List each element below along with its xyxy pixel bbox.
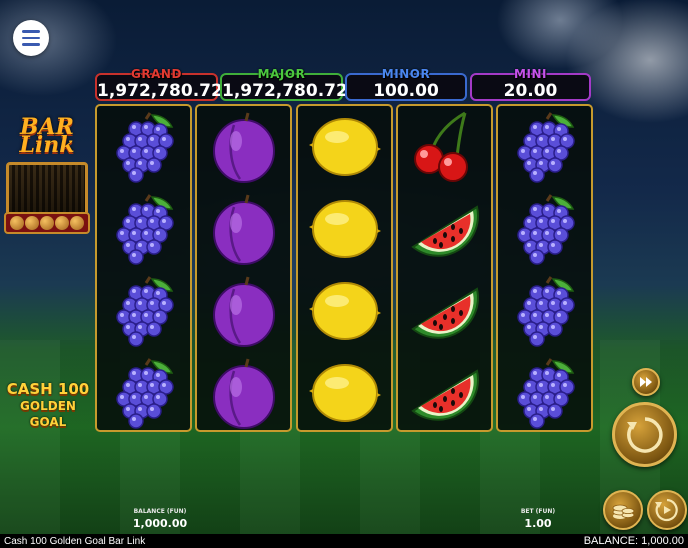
ball-icon — [55, 216, 70, 230]
reel-2 — [195, 104, 292, 432]
lemon-icon — [308, 364, 381, 422]
lemon-icon — [308, 282, 381, 340]
status-bar: Cash 100 Golden Goal Bar Link BALANCE: 1… — [0, 534, 688, 548]
ball-icon — [39, 216, 54, 230]
bar-link-title: BAR Link — [19, 114, 75, 158]
reel-4 — [396, 104, 493, 432]
grapes-symbol — [498, 106, 591, 188]
watermelon-icon — [410, 287, 479, 339]
grapes-symbol — [97, 352, 190, 434]
cherry-symbol — [398, 106, 491, 188]
plum-symbol — [197, 352, 290, 434]
grapes-symbol — [498, 270, 591, 352]
hamburger-icon — [22, 30, 40, 33]
grapes-icon — [115, 358, 174, 429]
jackpot-label: MINOR — [381, 67, 431, 81]
game-title: Cash 100 Golden Goal Bar Link — [4, 535, 146, 547]
jackpot-label: GRAND — [131, 67, 182, 81]
jackpot-value: 1,972,780.72 — [222, 81, 348, 101]
coin-stack-icon — [612, 504, 635, 519]
reel-5 — [496, 104, 593, 432]
plum-symbol — [197, 106, 290, 188]
lemon-symbol — [298, 352, 391, 434]
bar-link-logo: BAR Link — [4, 108, 90, 234]
watermelon-icon — [410, 369, 479, 421]
jackpot-minor: MINOR 100.00 — [345, 67, 467, 101]
reel-3 — [296, 104, 393, 432]
watermelon-icon — [410, 205, 479, 257]
ball-icon — [9, 216, 24, 230]
plum-symbol — [197, 270, 290, 352]
watermelon-symbol — [398, 270, 491, 352]
autoplay-button[interactable] — [647, 490, 687, 530]
ball-icon — [24, 216, 39, 230]
grapes-symbol — [97, 106, 190, 188]
plum-icon — [212, 112, 275, 183]
grapes-icon — [115, 276, 174, 347]
autoplay-icon — [655, 498, 678, 522]
balance-label: BALANCE (FUN) — [133, 508, 187, 515]
plum-symbol — [197, 188, 290, 270]
jackpot-value: 1,972,780.72 — [97, 81, 223, 101]
jackpot-major: MAJOR 1,972,780.72 — [220, 67, 348, 101]
lemon-symbol — [298, 106, 391, 188]
jackpot-grand: GRAND 1,972,780.72 — [95, 67, 223, 101]
grapes-icon — [516, 112, 575, 183]
reel-1 — [95, 104, 192, 432]
cherry-icon — [413, 111, 468, 182]
grapes-icon — [516, 358, 575, 429]
jackpot-value: 20.00 — [503, 81, 558, 101]
lemon-icon — [308, 118, 381, 176]
bet-value: 1.00 — [524, 517, 552, 530]
jackpot-mini: MINI 20.00 — [470, 67, 591, 101]
jackpot-label: MINI — [514, 67, 547, 81]
grapes-icon — [516, 276, 575, 347]
ball-tray — [4, 212, 90, 234]
spin-button[interactable] — [612, 402, 677, 467]
grapes-icon — [115, 194, 174, 265]
jackpot-value: 100.00 — [373, 81, 439, 101]
grapes-symbol — [498, 188, 591, 270]
watermelon-symbol — [398, 352, 491, 434]
balance-value: 1,000.00 — [132, 517, 188, 530]
grapes-symbol — [97, 188, 190, 270]
plum-icon — [212, 276, 275, 347]
cash100-logo: CASH 100 GOLDEN GOAL — [3, 380, 93, 429]
ball-icon — [70, 216, 85, 230]
fast-forward-icon — [640, 377, 652, 387]
status-balance: BALANCE: 1,000.00 — [583, 535, 684, 547]
lemon-symbol — [298, 270, 391, 352]
menu-button[interactable] — [13, 20, 49, 56]
plum-icon — [212, 358, 275, 429]
grapes-symbol — [498, 352, 591, 434]
plum-icon — [212, 194, 275, 265]
lemon-icon — [308, 200, 381, 258]
grapes-icon — [516, 194, 575, 265]
turbo-button[interactable] — [632, 368, 660, 396]
jackpot-label: MAJOR — [257, 67, 306, 81]
goal-net-icon — [6, 162, 88, 216]
spin-arrow-icon — [626, 416, 663, 453]
bet-label: BET (FUN) — [520, 508, 556, 515]
grapes-symbol — [97, 270, 190, 352]
cash100-title: CASH 100 — [6, 380, 90, 398]
bet-button[interactable] — [603, 490, 643, 530]
cash100-subtitle: GOLDEN GOAL — [20, 399, 76, 429]
lemon-symbol — [298, 188, 391, 270]
watermelon-symbol — [398, 188, 491, 270]
grapes-icon — [115, 112, 174, 183]
